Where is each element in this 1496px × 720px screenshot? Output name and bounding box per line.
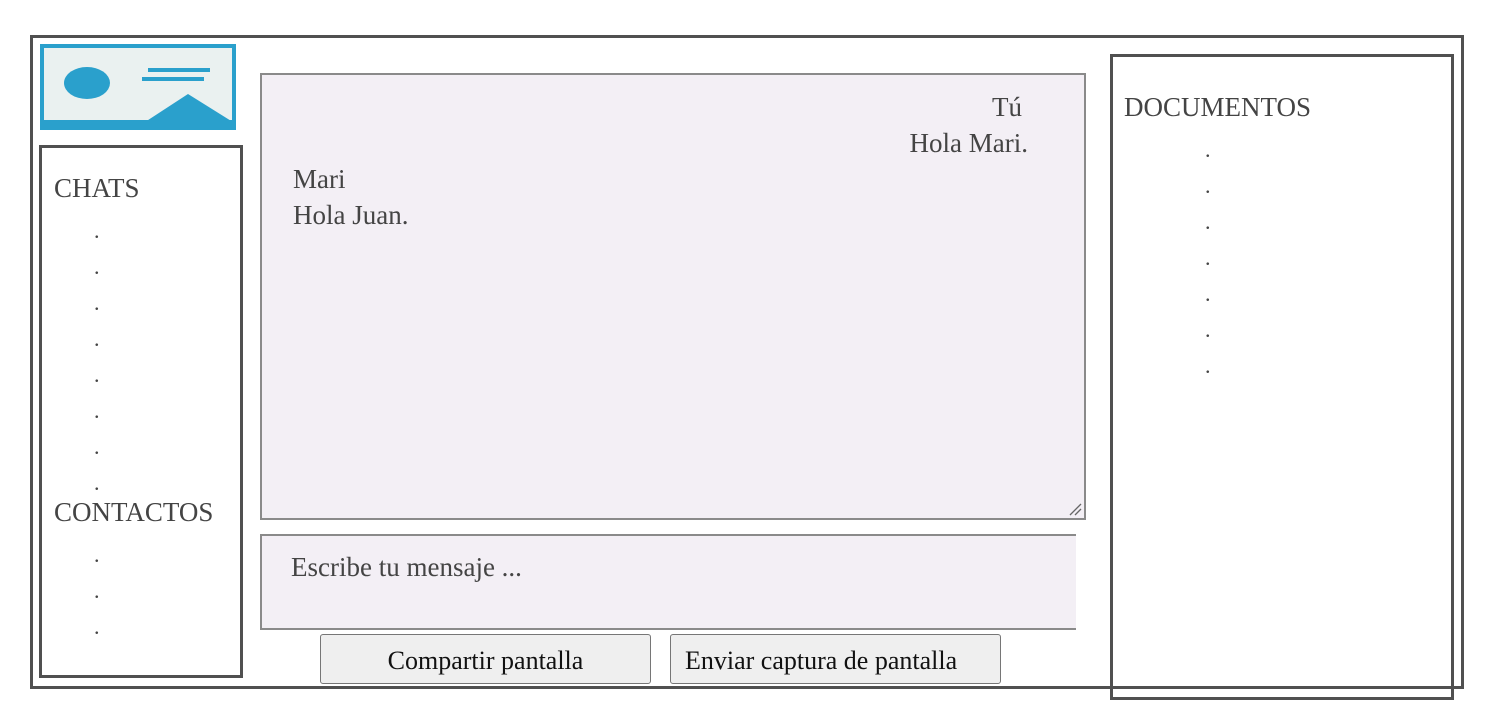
document-item[interactable]: . bbox=[1205, 355, 1211, 377]
chat-item[interactable]: . bbox=[94, 292, 100, 314]
document-item[interactable]: . bbox=[1205, 139, 1211, 161]
chat-item[interactable]: . bbox=[94, 256, 100, 278]
contact-item[interactable]: . bbox=[94, 616, 100, 638]
chat-item[interactable]: . bbox=[94, 472, 100, 494]
contact-item[interactable]: . bbox=[94, 544, 100, 566]
contacts-title: CONTACTOS bbox=[54, 497, 214, 527]
chat-item[interactable]: . bbox=[94, 220, 100, 242]
message-input[interactable]: Escribe tu mensaje ... bbox=[260, 534, 1076, 630]
chat-item[interactable]: . bbox=[94, 436, 100, 458]
image-placeholder-icon bbox=[40, 44, 236, 130]
document-item[interactable]: . bbox=[1205, 319, 1211, 341]
chat-item[interactable]: . bbox=[94, 364, 100, 386]
send-screenshot-button[interactable]: Enviar captura de pantalla bbox=[670, 634, 1001, 684]
message-sender: Tú bbox=[992, 92, 1022, 122]
message-sender: Mari bbox=[293, 164, 346, 194]
sidebar-panel: CHATS . . . . . . . . CONTACTOS . . . bbox=[39, 145, 243, 678]
message-text: Hola Juan. bbox=[293, 200, 409, 230]
chat-item[interactable]: . bbox=[94, 328, 100, 350]
chat-item[interactable]: . bbox=[94, 400, 100, 422]
share-screen-button[interactable]: Compartir pantalla bbox=[320, 634, 651, 684]
message-input-placeholder: Escribe tu mensaje ... bbox=[291, 552, 522, 582]
document-item[interactable]: . bbox=[1205, 175, 1211, 197]
resize-handle-icon[interactable] bbox=[1068, 502, 1082, 516]
documents-title: DOCUMENTOS bbox=[1124, 92, 1312, 122]
chats-title: CHATS bbox=[54, 173, 140, 203]
documents-panel: DOCUMENTOS . . . . . . . bbox=[1110, 54, 1454, 700]
chat-history-textarea[interactable]: Tú Hola Mari. Mari Hola Juan. bbox=[260, 73, 1086, 520]
document-item[interactable]: . bbox=[1205, 283, 1211, 305]
contact-item[interactable]: . bbox=[94, 580, 100, 602]
document-item[interactable]: . bbox=[1205, 211, 1211, 233]
document-item[interactable]: . bbox=[1205, 247, 1211, 269]
message-text: Hola Mari. bbox=[909, 128, 1028, 158]
